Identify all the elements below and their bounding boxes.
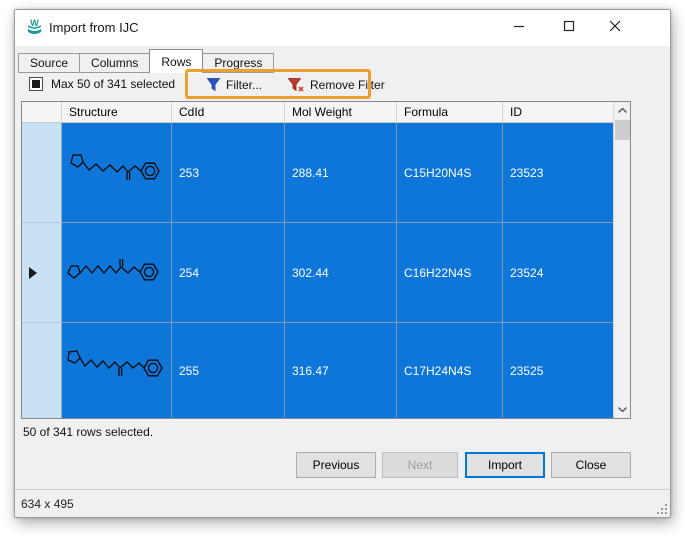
- molecule-drawing: [65, 245, 169, 301]
- selection-status-text: 50 of 341 rows selected.: [23, 425, 153, 439]
- max-selected-checkbox[interactable]: [29, 77, 43, 91]
- tab-strip: Source Columns Rows Progress: [18, 49, 274, 73]
- scroll-up-button[interactable]: [614, 102, 631, 119]
- previous-button[interactable]: Previous: [296, 452, 376, 478]
- checkbox-fill-mark: [32, 80, 40, 88]
- status-bar: 634 x 495: [15, 489, 670, 517]
- structure-cell[interactable]: [62, 223, 172, 323]
- remove-filter-icon: [287, 77, 305, 93]
- id-cell[interactable]: 23525: [503, 323, 614, 419]
- col-header-cdid[interactable]: CdId: [172, 102, 285, 122]
- filter-button-label: Filter...: [226, 78, 262, 92]
- cdid-cell[interactable]: 254: [172, 223, 285, 323]
- row-selector-cell[interactable]: [22, 123, 62, 223]
- filter-icon: [206, 77, 221, 92]
- current-row-arrow-icon: [29, 267, 37, 279]
- tab-progress[interactable]: Progress: [203, 53, 274, 73]
- tab-rows-label: Rows: [161, 55, 191, 69]
- scroll-down-button[interactable]: [614, 401, 631, 418]
- structure-cell[interactable]: [62, 323, 172, 419]
- id-cell[interactable]: 23523: [503, 123, 614, 223]
- mol-weight-cell[interactable]: 316.47: [285, 323, 397, 419]
- mol-weight-cell[interactable]: 302.44: [285, 223, 397, 323]
- scrollbar-thumb[interactable]: [615, 120, 630, 140]
- minimize-button[interactable]: [499, 10, 539, 42]
- chevron-down-icon: [618, 407, 627, 412]
- import-dialog-window: W Import from IJC Source Columns Rows Pr…: [14, 9, 671, 518]
- tab-columns-label: Columns: [91, 56, 138, 70]
- titlebar[interactable]: W Import from IJC: [15, 10, 670, 46]
- molecule-drawing: [65, 343, 169, 399]
- col-header-id[interactable]: ID: [503, 102, 614, 122]
- formula-cell[interactable]: C16H22N4S: [397, 223, 503, 323]
- close-window-button[interactable]: [595, 10, 635, 42]
- app-icon: W: [26, 19, 43, 36]
- row-selector-cell[interactable]: [22, 223, 62, 323]
- chevron-up-icon: [618, 108, 627, 113]
- tab-source-label: Source: [30, 56, 68, 70]
- id-cell[interactable]: 23524: [503, 223, 614, 323]
- col-header-rowselector[interactable]: [22, 102, 62, 122]
- col-header-structure[interactable]: Structure: [62, 102, 172, 122]
- row-selector-cell[interactable]: [22, 323, 62, 419]
- tab-source[interactable]: Source: [18, 53, 80, 73]
- maximize-button[interactable]: [549, 10, 589, 42]
- structure-cell[interactable]: [62, 123, 172, 223]
- mol-weight-cell[interactable]: 288.41: [285, 123, 397, 223]
- tab-rows[interactable]: Rows: [149, 49, 203, 73]
- import-button[interactable]: Import: [465, 452, 545, 478]
- screen: W Import from IJC Source Columns Rows Pr…: [0, 0, 685, 553]
- svg-text:W: W: [30, 19, 39, 28]
- col-header-formula[interactable]: Formula: [397, 102, 503, 122]
- col-header-mol-weight[interactable]: Mol Weight: [285, 102, 397, 122]
- window-title: Import from IJC: [49, 20, 139, 35]
- remove-filter-button-label: Remove Filter: [310, 78, 385, 92]
- max-selected-label: Max 50 of 341 selected: [51, 77, 175, 91]
- formula-cell[interactable]: C17H24N4S: [397, 323, 503, 419]
- table-row[interactable]: 255 316.47 C17H24N4S 23525: [22, 323, 614, 419]
- table-row[interactable]: 254 302.44 C16H22N4S 23524: [22, 223, 614, 323]
- resize-grip[interactable]: [655, 502, 667, 514]
- molecule-drawing: [65, 145, 169, 201]
- tab-columns[interactable]: Columns: [80, 53, 150, 73]
- vertical-scrollbar[interactable]: [613, 102, 630, 418]
- tab-progress-label: Progress: [214, 56, 262, 70]
- table-header-row: Structure CdId Mol Weight Formula ID: [22, 102, 614, 123]
- table-row[interactable]: 253 288.41 C15H20N4S 23523: [22, 123, 614, 223]
- filter-button[interactable]: Filter...: [206, 74, 262, 95]
- results-table: Structure CdId Mol Weight Formula ID: [21, 101, 631, 419]
- formula-cell[interactable]: C15H20N4S: [397, 123, 503, 223]
- next-button[interactable]: Next: [382, 452, 458, 478]
- remove-filter-button[interactable]: Remove Filter: [287, 74, 385, 95]
- window-size-label: 634 x 495: [21, 497, 74, 511]
- cdid-cell[interactable]: 255: [172, 323, 285, 419]
- cdid-cell[interactable]: 253: [172, 123, 285, 223]
- close-button[interactable]: Close: [551, 452, 631, 478]
